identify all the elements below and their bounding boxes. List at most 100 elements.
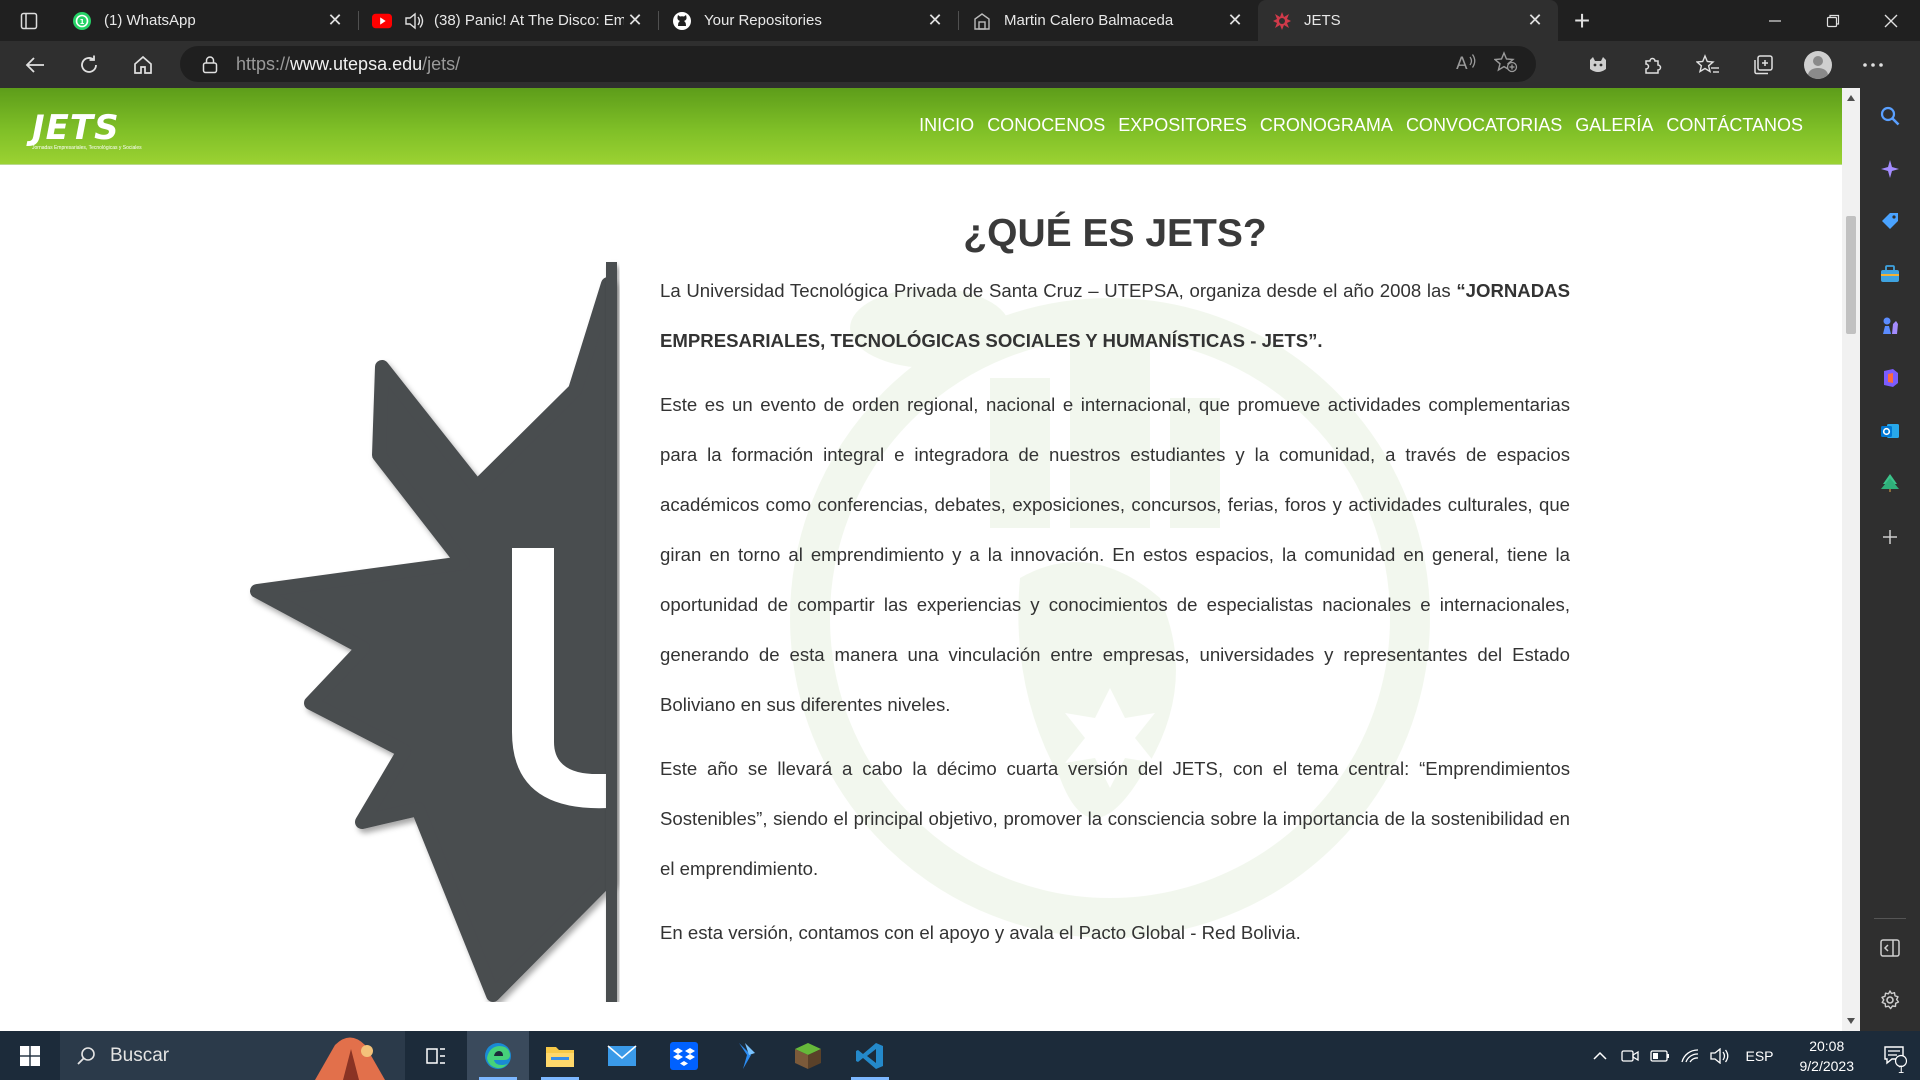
tab-strip: 1 (1) WhatsApp ✕ (38) Panic! At The Disc… (0, 0, 1920, 41)
tab-close-button[interactable]: ✕ (1524, 10, 1546, 32)
collections-button[interactable] (1735, 45, 1790, 85)
close-window-button[interactable] (1862, 0, 1920, 41)
wifi-tray-button[interactable] (1675, 1048, 1705, 1064)
taskbar-search-box[interactable]: Buscar (60, 1031, 405, 1080)
svg-text:1: 1 (80, 18, 85, 26)
scroll-down-arrow-icon[interactable] (1847, 1018, 1855, 1024)
extensions-button[interactable] (1625, 45, 1680, 85)
tab-close-button[interactable]: ✕ (624, 10, 646, 32)
tab-title: (1) WhatsApp (104, 12, 196, 29)
tab-close-button[interactable]: ✕ (1224, 10, 1246, 32)
tab-youtube[interactable]: (38) Panic! At The Disco: Em ✕ (358, 0, 658, 41)
nav-conocenos[interactable]: CONOCENOS (987, 115, 1105, 136)
nav-expositores[interactable]: EXPOSITORES (1118, 115, 1247, 136)
read-aloud-button[interactable]: A (1454, 51, 1478, 78)
window-controls (1746, 0, 1920, 41)
sidebar-shopping-button[interactable] (1860, 201, 1920, 241)
nav-contactanos[interactable]: CONTÁCTANOS (1666, 115, 1803, 136)
tab-profile[interactable]: Martin Calero Balmaceda ✕ (958, 0, 1258, 41)
tab-actions-button[interactable] (0, 0, 58, 41)
search-highlight-illustration (315, 1037, 385, 1080)
tab-github[interactable]: Your Repositories ✕ (658, 0, 958, 41)
url-host: www.utepsa.edu (290, 53, 423, 74)
back-button[interactable] (8, 45, 62, 85)
intro-text: La Universidad Tecnológica Privada de Sa… (660, 280, 1451, 301)
taskbar-clock[interactable]: 20:08 9/2/2023 (1784, 1036, 1871, 1076)
volume-tray-button[interactable] (1705, 1047, 1735, 1064)
intro-paragraph: La Universidad Tecnológica Privada de Sa… (660, 266, 1570, 366)
tab-whatsapp[interactable]: 1 (1) WhatsApp ✕ (58, 0, 358, 41)
input-language-indicator[interactable]: ESP (1735, 1048, 1783, 1064)
restore-button[interactable] (1804, 0, 1862, 41)
clock-date: 9/2/2023 (1799, 1057, 1855, 1074)
edge-sidebar (1860, 88, 1920, 1031)
nav-galeria[interactable]: GALERÍA (1575, 115, 1653, 136)
github-icon (672, 11, 692, 31)
tab-jets[interactable]: JETS ✕ (1258, 0, 1558, 41)
sidebar-outlook-button[interactable] (1860, 411, 1920, 451)
task-view-button[interactable] (405, 1031, 467, 1080)
taskbar-mail[interactable] (591, 1031, 653, 1080)
about-section: ¿QUÉ ES JETS? La Universidad Tecnológica… (660, 212, 1570, 972)
home-button[interactable] (116, 45, 170, 85)
read-aloud-icon: A (1456, 54, 1476, 74)
address-bar[interactable]: https://www.utepsa.edu/jets/ A (180, 46, 1536, 82)
office-icon (1884, 369, 1898, 387)
taskbar-file-explorer[interactable] (529, 1031, 591, 1080)
minimize-icon (1769, 19, 1781, 22)
sidebar-search-button[interactable] (1860, 96, 1920, 136)
sidebar-tools-button[interactable] (1860, 254, 1920, 294)
url-text[interactable]: https://www.utepsa.edu/jets/ (236, 54, 460, 75)
minimize-button[interactable] (1746, 0, 1804, 41)
taskbar-vscode[interactable] (839, 1031, 901, 1080)
windows-taskbar: Buscar ESP 20:08 9/2/2023 1 (0, 1031, 1920, 1080)
sidebar-add-button[interactable] (1860, 517, 1920, 557)
nav-inicio[interactable]: INICIO (919, 115, 974, 136)
sidebar-games-button[interactable] (1860, 306, 1920, 346)
task-view-icon (426, 1047, 445, 1064)
notification-center-button[interactable]: 1 (1870, 1044, 1920, 1076)
camera-tray-button[interactable] (1615, 1048, 1645, 1064)
collections-icon (1753, 54, 1773, 74)
profile-button[interactable] (1790, 45, 1845, 85)
sidebar-office-button[interactable] (1860, 358, 1920, 398)
taskbar-edge[interactable] (467, 1031, 529, 1080)
nav-cronograma[interactable]: CRONOGRAMA (1260, 115, 1393, 136)
show-hidden-icons-button[interactable] (1585, 1051, 1615, 1061)
gear-icon (1881, 990, 1900, 1010)
battery-tray-button[interactable] (1645, 1049, 1675, 1063)
favorites-button[interactable] (1680, 45, 1735, 85)
sidebar-drop-button[interactable] (1860, 463, 1920, 503)
jets-logo[interactable]: JETS Jornadas Empresariales, Tecnológica… (32, 111, 162, 152)
volume-icon (1710, 1047, 1729, 1064)
sidebar-discover-button[interactable] (1860, 149, 1920, 189)
taskbar-dropbox[interactable] (653, 1031, 715, 1080)
taskbar-minecraft[interactable] (777, 1031, 839, 1080)
speaker-icon[interactable] (404, 12, 424, 30)
start-button[interactable] (0, 1031, 60, 1080)
vscode-icon (856, 1042, 883, 1069)
tab-close-button[interactable]: ✕ (924, 10, 946, 32)
page-scrollbar[interactable] (1842, 88, 1860, 1031)
scrollbar-thumb[interactable] (1846, 216, 1856, 334)
extension-button[interactable] (1570, 45, 1625, 85)
sidebar-settings-button[interactable] (1860, 980, 1920, 1020)
folder-icon (546, 1046, 574, 1067)
close-icon (1884, 14, 1898, 27)
sidebar-hide-button[interactable] (1860, 928, 1920, 968)
new-tab-button[interactable]: + (1558, 0, 1606, 41)
paragraph: En esta versión, contamos con el apoyo y… (660, 922, 1301, 943)
tab-close-button[interactable]: ✕ (324, 10, 346, 32)
settings-menu-button[interactable] (1845, 45, 1900, 85)
tree-icon (1881, 474, 1899, 492)
nav-convocatorias[interactable]: CONVOCATORIAS (1406, 115, 1562, 136)
search-icon (77, 1046, 95, 1065)
mail-icon (607, 1044, 637, 1066)
refresh-button[interactable] (62, 45, 116, 85)
taskbar-app-blue-bolt[interactable] (715, 1031, 777, 1080)
dropbox-icon (670, 1041, 698, 1070)
home-icon (134, 55, 152, 74)
add-favorite-button[interactable] (1493, 50, 1518, 78)
lock-icon[interactable] (202, 55, 218, 74)
scroll-up-arrow-icon[interactable] (1847, 95, 1855, 101)
